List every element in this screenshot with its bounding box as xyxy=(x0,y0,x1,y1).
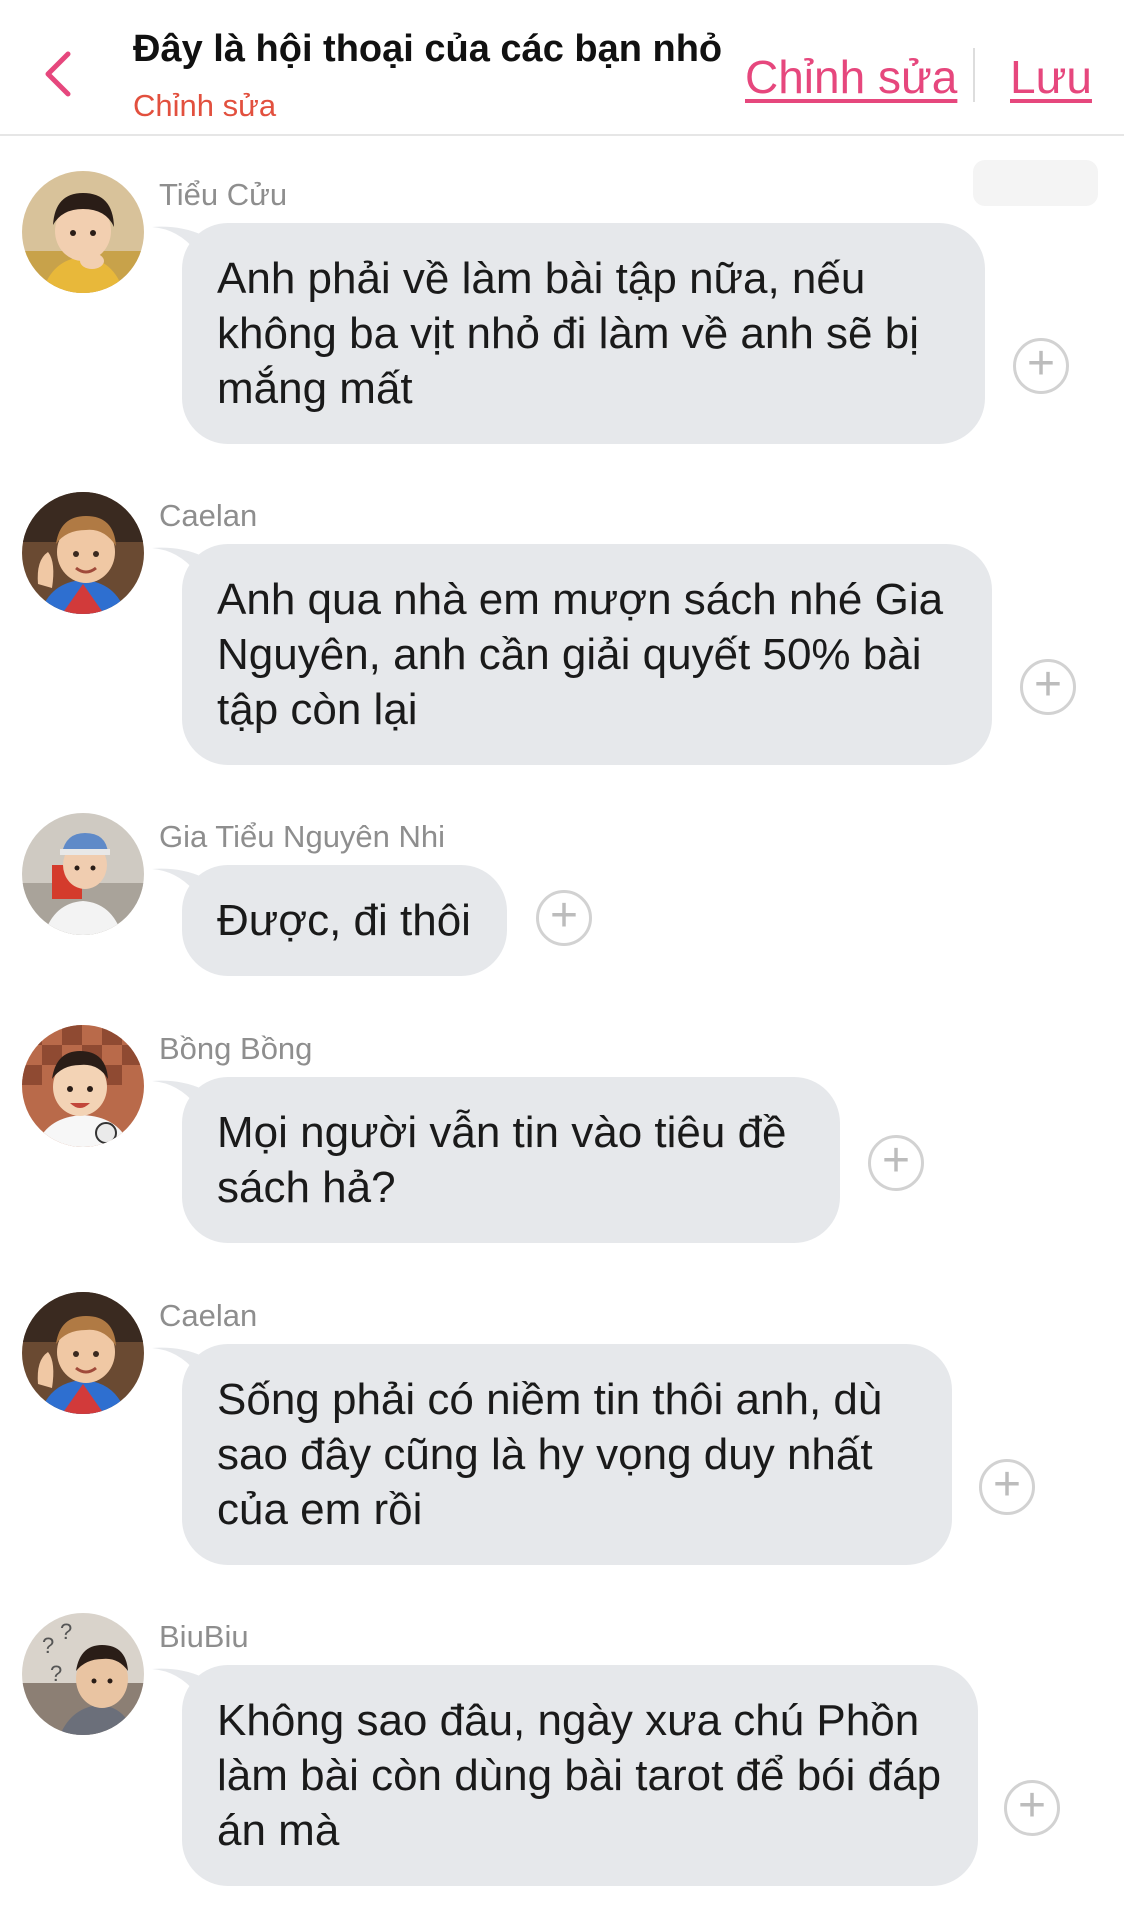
sender-name: Caelan xyxy=(159,1298,258,1333)
plus-circle-icon[interactable]: + xyxy=(868,1135,924,1191)
message-list: Tiểu Cửu Anh phải về làm bài tập nữa, nế… xyxy=(0,134,1124,1920)
avatar xyxy=(22,813,144,935)
save-button[interactable]: Lưu xyxy=(1010,50,1092,104)
message-bubble[interactable]: Anh phải về làm bài tập nữa, nếu không b… xyxy=(182,223,985,444)
sender-name: Caelan xyxy=(159,498,258,533)
message-bubble[interactable]: Sống phải có niềm tin thôi anh, dù sao đ… xyxy=(182,1344,952,1565)
plus-circle-icon[interactable]: + xyxy=(1020,659,1076,715)
plus-circle-icon[interactable]: + xyxy=(536,890,592,946)
message-bubble[interactable]: Được, đi thôi xyxy=(182,865,507,976)
back-button[interactable] xyxy=(36,46,84,102)
sender-name: BiuBiu xyxy=(159,1619,249,1654)
svg-text:?: ? xyxy=(42,1633,54,1658)
conversation-title: Đây là hội thoại của các bạn nhỏ xyxy=(133,28,723,70)
header-bar: Đây là hội thoại của các bạn nhỏ Chỉnh s… xyxy=(0,0,1124,136)
avatar xyxy=(22,171,144,293)
avatar xyxy=(22,492,144,614)
plus-circle-icon[interactable]: + xyxy=(1004,1780,1060,1836)
header-divider xyxy=(973,48,975,102)
avatar: ? ? ? xyxy=(22,1613,144,1735)
sender-name: Gia Tiểu Nguyên Nhi xyxy=(159,819,446,854)
message-bubble[interactable]: Anh qua nhà em mượn sách nhé Gia Nguyên,… xyxy=(182,544,992,765)
plus-circle-icon[interactable]: + xyxy=(1013,338,1069,394)
plus-circle-icon[interactable]: + xyxy=(979,1459,1035,1515)
sender-name: Tiểu Cửu xyxy=(159,177,288,212)
message-bubble[interactable]: Mọi người vẫn tin vào tiêu đề sách hả? xyxy=(182,1077,840,1243)
edit-button[interactable]: Chỉnh sửa xyxy=(745,50,957,104)
conversation-subtitle-edit[interactable]: Chỉnh sửa xyxy=(133,88,276,124)
avatar xyxy=(22,1292,144,1414)
svg-text:?: ? xyxy=(60,1619,72,1644)
sender-name: Bồng Bồng xyxy=(159,1031,313,1066)
chevron-left-icon xyxy=(45,51,71,97)
avatar xyxy=(22,1025,144,1147)
svg-text:?: ? xyxy=(50,1661,62,1686)
message-bubble[interactable]: Không sao đâu, ngày xưa chú Phồn làm bài… xyxy=(182,1665,978,1886)
